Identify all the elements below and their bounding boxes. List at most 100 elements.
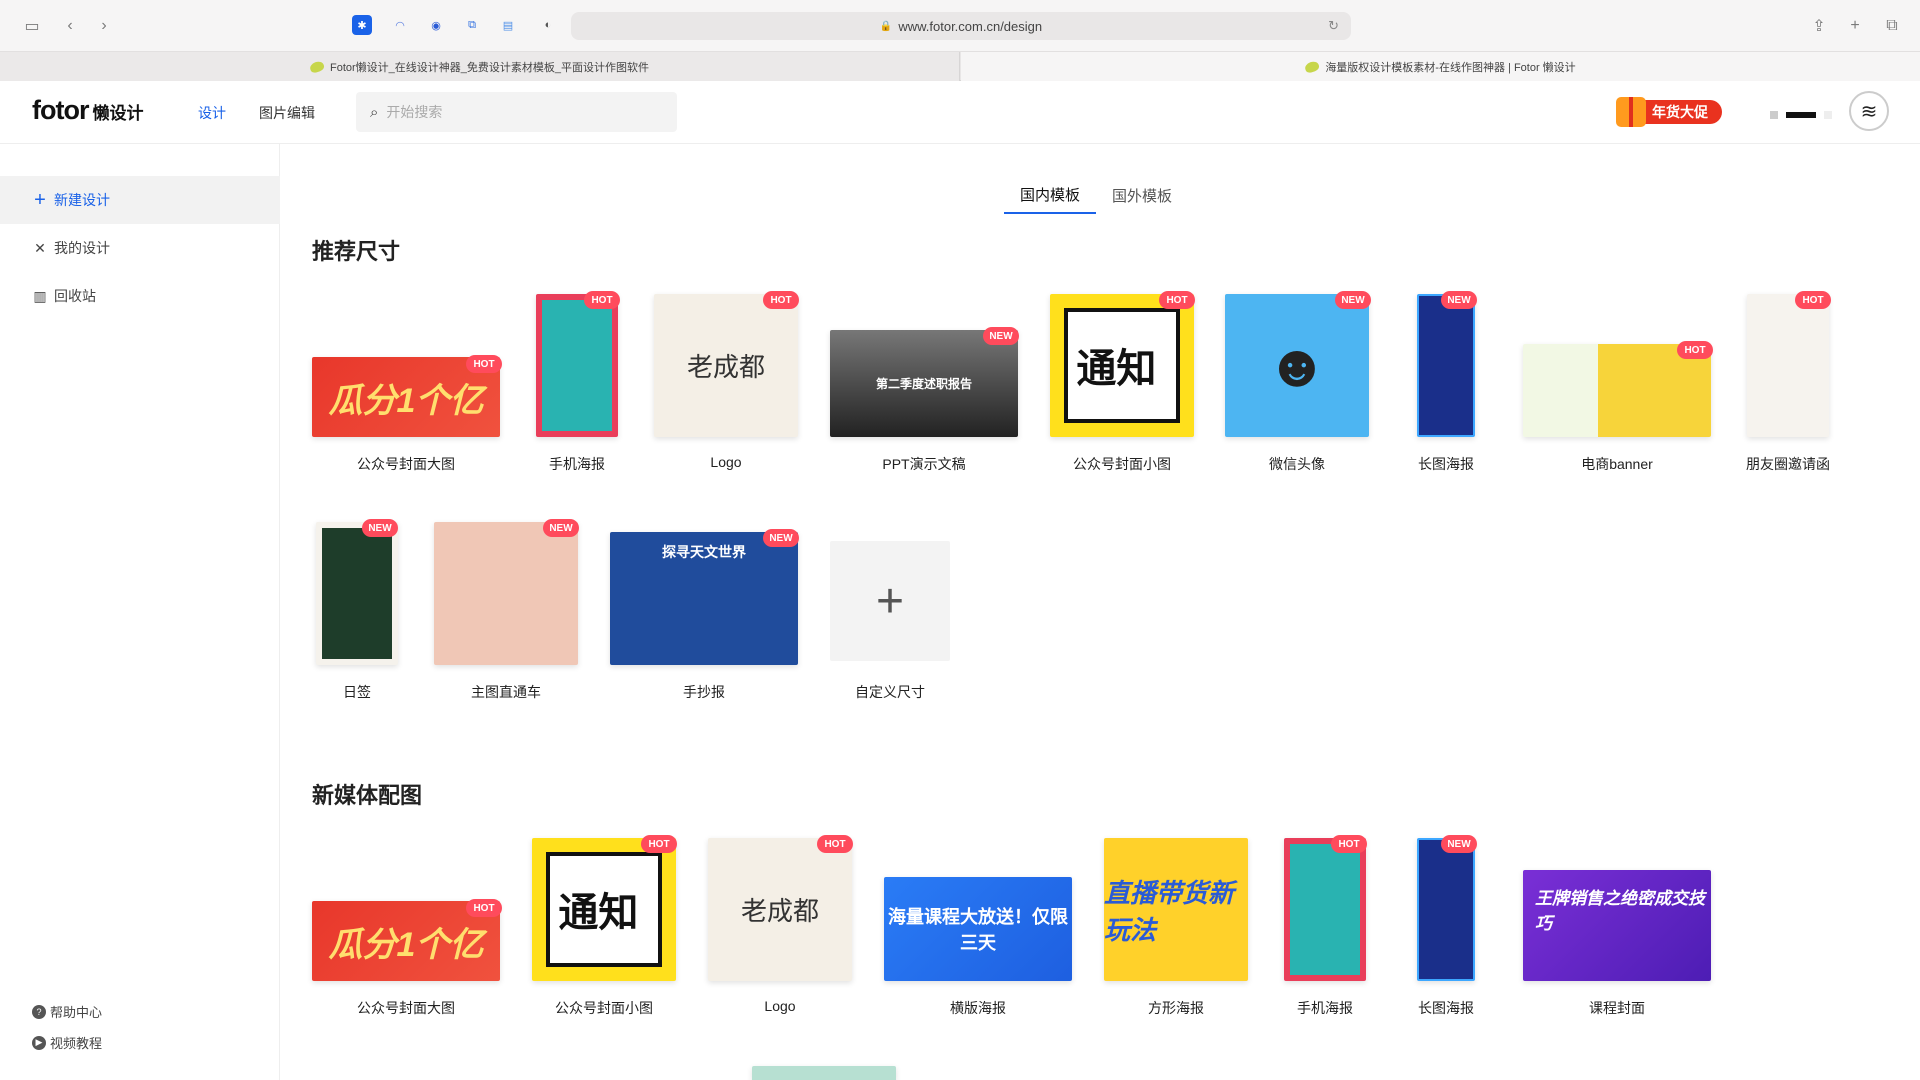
card-label: 日签 (343, 684, 371, 700)
extension-icon[interactable]: ⧉ (462, 15, 482, 35)
section-title: 新媒体配图 (312, 783, 423, 808)
user-info-mark (1824, 111, 1832, 119)
forward-icon[interactable]: › (92, 14, 116, 38)
hot-badge: HOT (466, 899, 502, 917)
hot-badge: HOT (1677, 341, 1713, 359)
card-label: 长图海报 (1418, 456, 1474, 472)
card-thumbnail: 老成都 (708, 838, 852, 981)
hot-badge: HOT (584, 291, 620, 309)
card-label: PPT演示文稿 (882, 456, 966, 472)
favicon-icon (1304, 59, 1321, 74)
extension-icon[interactable]: ✱ (352, 15, 372, 35)
promo-banner[interactable]: 年货大促 (1616, 95, 1732, 129)
sidebar-item-label: 回收站 (54, 288, 96, 304)
card-label: 手机海报 (1297, 1000, 1353, 1016)
new-badge: NEW (763, 529, 799, 547)
logo-subtext: 懒设计 (92, 104, 144, 123)
search-input[interactable] (386, 104, 647, 120)
card-label: 方形海报 (1148, 1000, 1204, 1016)
help-center-link[interactable]: ? 帮助中心 (32, 1002, 102, 1021)
card-label: 公众号封面大图 (357, 1000, 455, 1016)
share-icon[interactable]: ⇪ (1807, 14, 1831, 38)
browser-tab[interactable]: 海量版权设计模板素材-在线作图神器 | Fotor 懒设计 (961, 52, 1920, 81)
extension-icon[interactable]: ▤ (498, 15, 518, 35)
card-label: 长图海报 (1418, 1000, 1474, 1016)
card-thumbnail: 直播带货新玩法 (1104, 838, 1248, 981)
hot-badge: HOT (817, 835, 853, 853)
card-thumbnail: 通知 (532, 838, 676, 981)
card-thumbnail (1417, 294, 1475, 437)
card-label: 微信头像 (1269, 456, 1325, 472)
card-label: 横版海报 (950, 1000, 1006, 1016)
card-thumbnail (752, 1066, 896, 1080)
sidebar-item-my-designs[interactable]: ✕ 我的设计 (0, 224, 280, 272)
video-tutorial-label: 视频教程 (50, 1036, 103, 1051)
lock-icon: 🔒 (879, 20, 893, 32)
trash-icon: ▥ (33, 287, 47, 304)
card-label: 自定义尺寸 (855, 684, 925, 700)
thumb-text: 通知 (1064, 308, 1180, 423)
template-tabs: 国内模板 国外模板 (1004, 176, 1188, 214)
card-label: 课程封面 (1589, 1000, 1645, 1016)
smiley-icon: ☻ (1265, 332, 1329, 399)
logo[interactable]: fotor 懒设计 (32, 95, 143, 126)
search-box[interactable]: ⌕ (356, 92, 677, 132)
card-label: Logo (710, 454, 742, 470)
card-thumbnail (434, 522, 578, 665)
help-center-label: 帮助中心 (50, 1005, 103, 1020)
new-badge: NEW (1335, 291, 1371, 309)
shield-icon[interactable]: ◐ (538, 15, 558, 35)
tab-domestic-templates[interactable]: 国内模板 (1004, 176, 1097, 214)
card-thumbnail: 第二季度述职报告 (830, 330, 1018, 437)
reload-icon[interactable]: ↻ (1328, 18, 1339, 34)
new-badge: NEW (1441, 835, 1477, 853)
card-label: 公众号封面大图 (357, 456, 455, 472)
play-icon: ▶ (32, 1035, 46, 1050)
new-tab-icon[interactable]: + (1843, 14, 1867, 38)
new-badge: NEW (1441, 291, 1477, 309)
hot-badge: HOT (1159, 291, 1195, 309)
card-label: 朋友圈邀请函 (1746, 456, 1830, 472)
sidebar-toggle-icon[interactable]: ▭ (20, 14, 44, 38)
card-thumbnail (316, 522, 398, 665)
sidebar-item-new-design[interactable]: + 新建设计 (0, 176, 280, 224)
sidebar-item-label: 新建设计 (54, 192, 110, 208)
browser-toolbar: ▭ ‹ › ✱ ◠ ◉ ⧉ ▤ ◐ 🔒 www.fotor.com.cn/des… (0, 0, 1920, 52)
back-icon[interactable]: ‹ (58, 14, 82, 38)
user-info[interactable] (1770, 111, 1832, 119)
gift-icon (1616, 97, 1646, 127)
rss-icon[interactable]: ◠ (390, 15, 410, 35)
card-label: 主图直通车 (471, 684, 541, 700)
hot-badge: HOT (641, 835, 677, 853)
url-text: www.fotor.com.cn/design (898, 18, 1043, 34)
sidebar-item-trash[interactable]: ▥ 回收站 (0, 272, 280, 320)
card-thumbnail: 探寻天文世界 (610, 532, 798, 665)
card-thumbnail: 老成都 (654, 294, 798, 437)
hot-badge: HOT (1795, 291, 1831, 309)
video-tutorial-link[interactable]: ▶ 视频教程 (32, 1033, 102, 1052)
new-badge: NEW (983, 327, 1019, 345)
plus-icon: + (34, 188, 46, 211)
nav-photo-edit[interactable]: 图片编辑 (259, 103, 315, 123)
nav-design[interactable]: 设计 (198, 103, 226, 123)
search-icon: ⌕ (370, 103, 379, 121)
avatar[interactable]: ≋ (1849, 91, 1889, 131)
card-thumbnail (1747, 294, 1829, 437)
tools-icon: ✕ (34, 239, 46, 256)
tab-overview-icon[interactable]: ⧉ (1880, 14, 1904, 38)
sidebar: + 新建设计 ✕ 我的设计 ▥ 回收站 ? 帮助中心 ▶ 视频教程 (0, 144, 280, 1080)
browser-tab[interactable]: Fotor懒设计_在线设计神器_免费设计素材模板_平面设计作图软件 (0, 52, 960, 81)
address-bar[interactable]: 🔒 www.fotor.com.cn/design ↻ (571, 12, 1351, 40)
tab-foreign-templates[interactable]: 国外模板 (1096, 176, 1188, 214)
card-thumbnail: ☻ (1225, 294, 1369, 437)
extension-icon[interactable]: ◉ (426, 15, 446, 35)
card-label: 公众号封面小图 (1073, 456, 1171, 472)
new-badge: NEW (362, 519, 398, 537)
tab-bar: Fotor懒设计_在线设计神器_免费设计素材模板_平面设计作图软件 海量版权设计… (0, 52, 1920, 81)
tab-title: Fotor懒设计_在线设计神器_免费设计素材模板_平面设计作图软件 (329, 61, 650, 74)
card-thumbnail: 王牌销售之绝密成交技巧 (1523, 870, 1711, 981)
sidebar-item-label: 我的设计 (54, 240, 110, 256)
card-thumbnail (1284, 838, 1366, 981)
card-thumbnail: 通知 (1050, 294, 1194, 437)
card-label: 公众号封面小图 (555, 1000, 653, 1016)
